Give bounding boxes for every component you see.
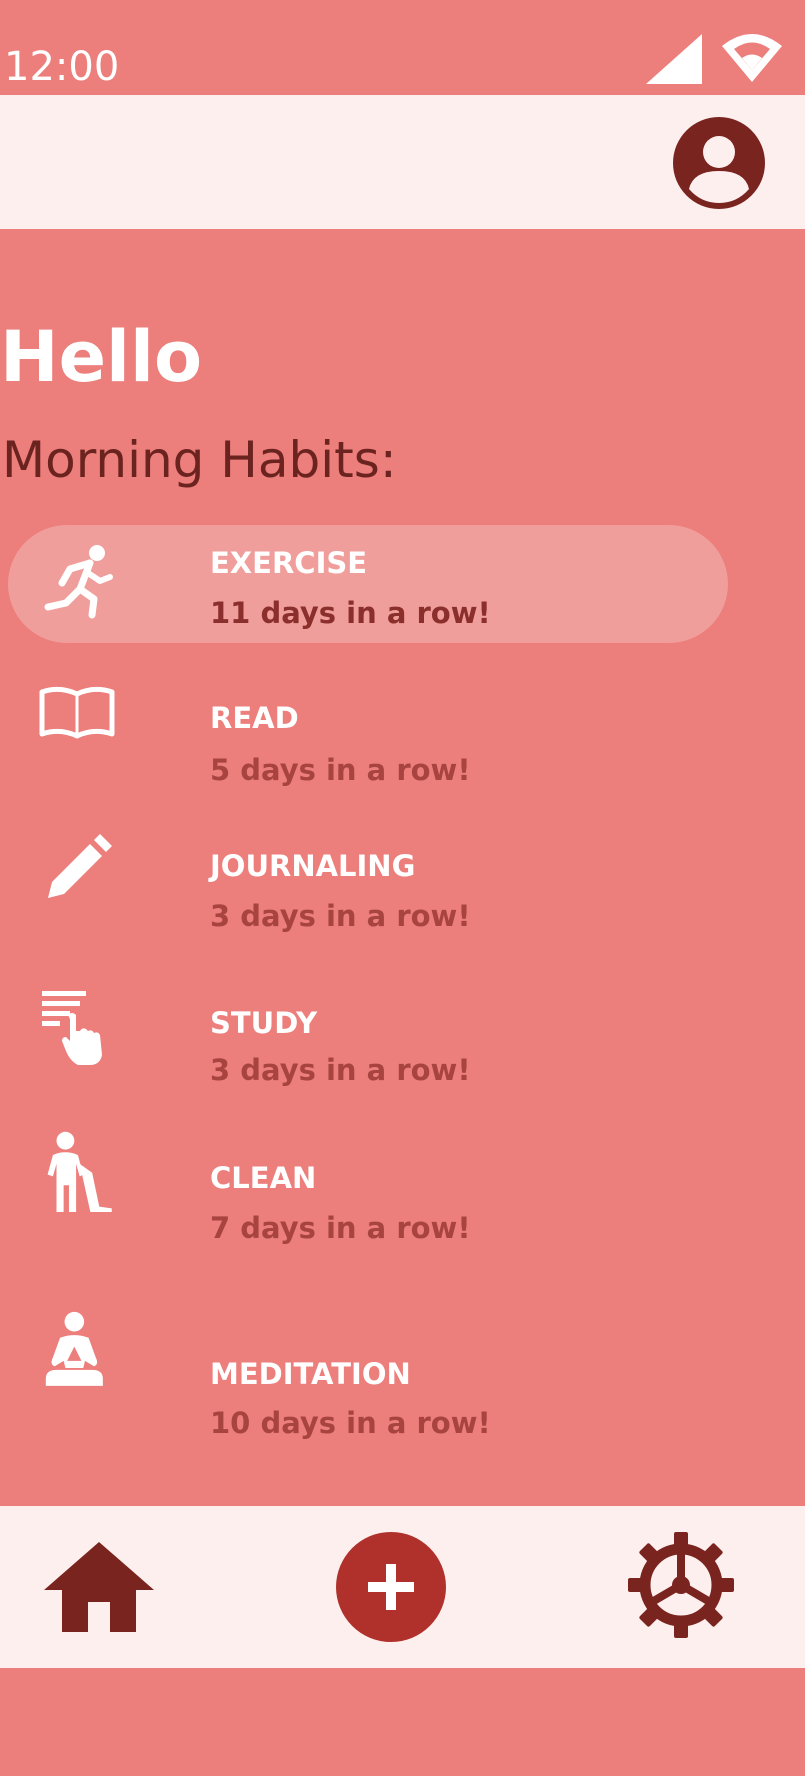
habit-streak: 3 days in a row! (210, 1053, 471, 1087)
pencil-icon (36, 828, 118, 910)
habit-name: STUDY (210, 1006, 318, 1040)
add-icon (336, 1532, 446, 1642)
top-app-bar (0, 95, 805, 229)
running-icon (36, 541, 118, 623)
meditation-icon (36, 1311, 118, 1393)
home-button[interactable] (44, 1536, 154, 1636)
habit-name: CLEAN (210, 1161, 317, 1195)
wifi-icon (722, 32, 782, 82)
habit-streak: 7 days in a row! (210, 1211, 471, 1245)
book-icon (36, 680, 118, 762)
app-screen: 12:00 Hello Morning Habits: EXERCISE 11 … (0, 0, 805, 1776)
settings-icon (628, 1532, 734, 1638)
habit-name: JOURNALING (210, 849, 416, 883)
habit-item-exercise[interactable]: EXERCISE 11 days in a row! (8, 525, 728, 643)
cleaning-person-icon (36, 1130, 118, 1212)
status-time: 12:00 (4, 44, 120, 90)
status-bar: 12:00 (0, 0, 805, 95)
greeting-title: Hello (0, 316, 203, 398)
habit-name: EXERCISE (210, 546, 368, 580)
habit-item-clean[interactable]: CLEAN 7 days in a row! (8, 1131, 728, 1258)
document-touch-icon (36, 985, 118, 1067)
cell-signal-icon (646, 34, 702, 84)
habit-item-meditation[interactable]: MEDITATION 10 days in a row! (8, 1311, 728, 1440)
add-habit-button[interactable] (336, 1532, 446, 1642)
habit-name: MEDITATION (210, 1357, 411, 1391)
habit-streak: 11 days in a row! (210, 596, 491, 630)
habit-streak: 10 days in a row! (210, 1406, 491, 1440)
habit-item-journaling[interactable]: JOURNALING 3 days in a row! (8, 828, 728, 946)
section-title: Morning Habits: (2, 431, 397, 489)
habit-item-study[interactable]: STUDY 3 days in a row! (8, 985, 728, 1103)
habit-streak: 3 days in a row! (210, 899, 471, 933)
bottom-navigation (0, 1506, 805, 1668)
settings-button[interactable] (628, 1532, 734, 1638)
account-circle-icon (673, 117, 765, 209)
home-icon (44, 1542, 154, 1632)
habit-name: READ (210, 701, 299, 735)
profile-button[interactable] (673, 117, 765, 209)
habit-streak: 5 days in a row! (210, 753, 471, 787)
habit-item-read[interactable]: READ 5 days in a row! (8, 680, 728, 798)
